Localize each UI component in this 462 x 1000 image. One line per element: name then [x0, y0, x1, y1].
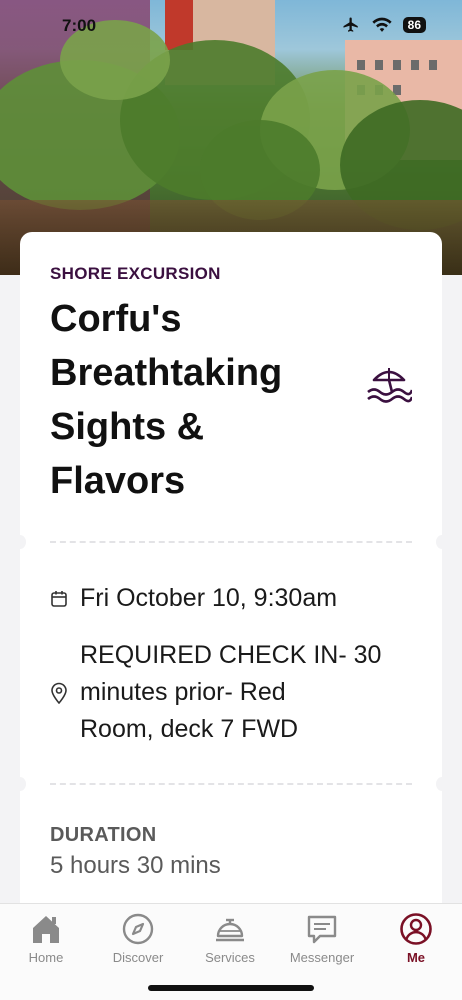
tab-label: Home	[28, 950, 64, 965]
location-row: REQUIRED CHECK IN- 30 minutes prior- Red…	[48, 637, 381, 748]
home-indicator	[148, 985, 314, 991]
location-pin-icon	[51, 682, 67, 704]
check-in-location: REQUIRED CHECK IN- 30 minutes prior- Red…	[80, 641, 382, 743]
profile-icon	[400, 913, 432, 945]
battery-indicator: 86	[402, 17, 426, 33]
excursion-title: Corfu's Breathtaking Sights & Flavors	[50, 292, 350, 508]
tab-label: Me	[406, 950, 426, 965]
duration-label: DURATION	[50, 824, 157, 846]
excursion-card: SHORE EXCURSION Corfu's Breathtaking Sig…	[14, 232, 448, 932]
ticket-notch	[14, 535, 26, 549]
wifi-icon	[372, 17, 392, 32]
beach-umbrella-icon	[367, 368, 412, 403]
tab-messenger[interactable]: Messenger	[276, 912, 368, 965]
service-bell-icon	[216, 918, 244, 942]
calendar-icon	[51, 590, 67, 607]
excursion-date: Fri October 10, 9:30am	[80, 584, 338, 612]
status-time: 7:00	[62, 16, 97, 35]
ticket-notch	[436, 535, 448, 549]
tab-services[interactable]: Services	[184, 912, 276, 965]
divider	[50, 783, 412, 785]
ticket-notch	[14, 777, 26, 791]
tab-label: Messenger	[289, 950, 355, 965]
compass-icon	[122, 913, 154, 945]
tab-discover[interactable]: Discover	[92, 912, 184, 965]
title-line: Sights &	[50, 406, 205, 448]
title-line: Flavors	[50, 460, 186, 502]
divider	[50, 541, 412, 543]
tab-label: Discover	[112, 950, 164, 965]
ticket-notch	[436, 777, 448, 791]
tab-home[interactable]: Home	[0, 912, 92, 965]
category-label: SHORE EXCURSION	[50, 264, 221, 283]
tab-me[interactable]: Me	[370, 912, 462, 965]
date-row: Fri October 10, 9:30am	[48, 580, 337, 617]
title-line: Breathtaking	[50, 352, 283, 394]
duration-value: 5 hours 30 mins	[50, 852, 221, 879]
title-line: Corfu's	[50, 298, 182, 340]
status-bar: 7:00 86	[0, 0, 462, 54]
airplane-icon	[343, 17, 358, 32]
tab-label: Services	[205, 950, 255, 965]
chat-icon	[307, 915, 337, 944]
home-icon	[33, 916, 59, 943]
